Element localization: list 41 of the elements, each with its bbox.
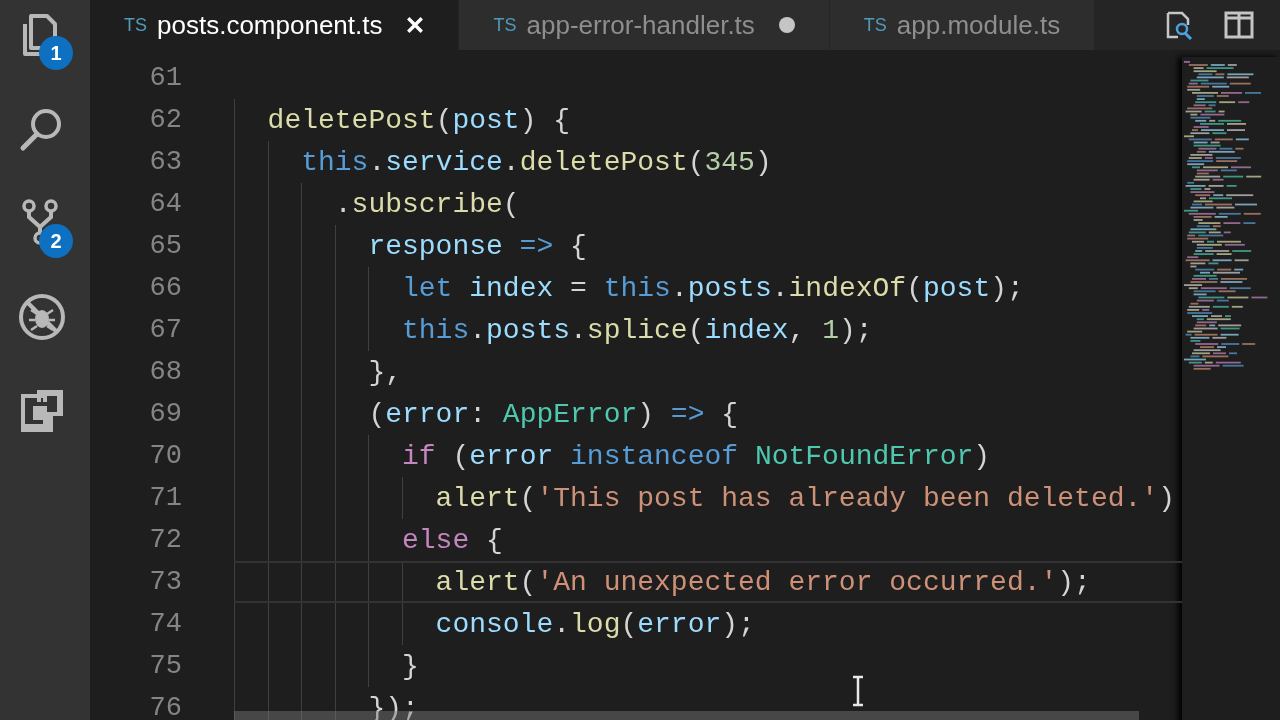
code-line: deletePost(post) {	[267, 104, 571, 136]
file-type-label: TS	[493, 14, 517, 36]
badge: 1	[39, 36, 73, 70]
tab-label: app.module.ts	[896, 9, 1061, 41]
code-line: response => {	[368, 230, 587, 262]
line-number: 74	[148, 608, 183, 641]
code-line: .subscribe(	[334, 188, 520, 220]
code-line: },	[368, 356, 402, 388]
line-number: 66	[148, 272, 183, 305]
code-line: if (error instanceof NotFoundError)	[402, 440, 991, 472]
code-line: this.posts.splice(index, 1);	[402, 314, 873, 346]
tab-label: app-error-handler.ts	[526, 9, 755, 41]
line-number: 62	[148, 104, 183, 137]
code-line: console.log(error);	[435, 608, 755, 640]
code-line: let index = this.posts.indexOf(post);	[402, 272, 1024, 304]
line-number: 73	[148, 566, 183, 599]
line-number: 68	[148, 356, 183, 389]
code-line: }	[402, 650, 419, 682]
editor-tab[interactable]: TS posts.component.ts	[90, 0, 460, 50]
line-number: 63	[148, 146, 183, 179]
line-number: 72	[148, 524, 183, 557]
editor-tab[interactable]: TS app-error-handler.ts	[459, 0, 830, 50]
badge: 2	[39, 224, 73, 258]
line-number: 67	[148, 314, 183, 347]
code-line: this.service.deletePost(345)	[301, 146, 772, 178]
code-line: else {	[402, 524, 503, 556]
line-number: 76	[148, 692, 183, 720]
line-number: 61	[148, 62, 183, 95]
line-number: 65	[148, 230, 183, 263]
code-line: (error: AppError) => {	[368, 398, 739, 430]
file-type-label: TS	[124, 14, 147, 36]
line-number: 69	[148, 398, 183, 431]
editor-tab[interactable]: TS app.module.ts	[829, 0, 1096, 50]
line-number: 64	[148, 188, 183, 221]
file-type-label: TS	[863, 14, 887, 36]
line-number: 70	[148, 440, 183, 473]
tab-label: posts.component.ts	[157, 9, 383, 41]
code-line: alert('This post has already been deleted.')	[435, 482, 1175, 514]
line-number: 71	[148, 482, 183, 515]
code-line: alert('An unexpected error occurred.');	[435, 566, 1091, 598]
line-number: 75	[148, 650, 183, 683]
